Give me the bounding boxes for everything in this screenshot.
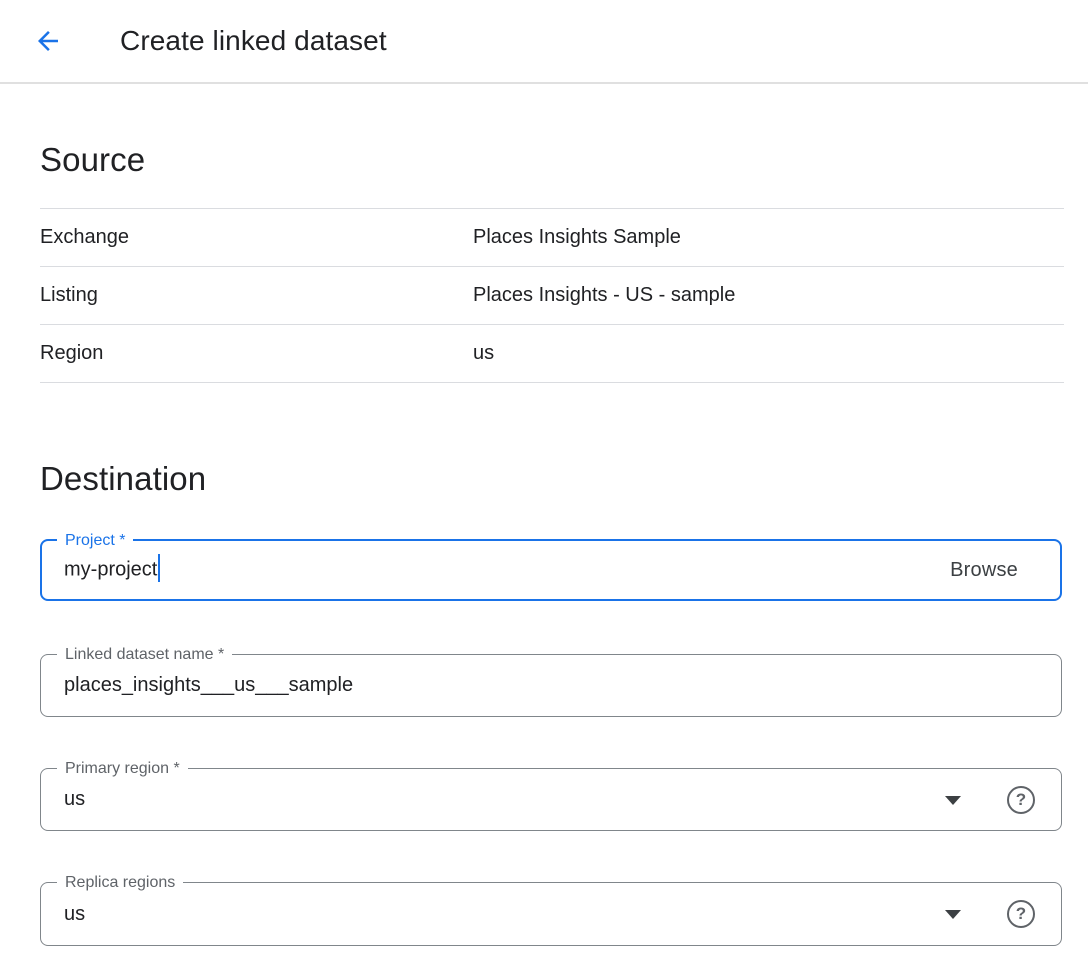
destination-section-heading: Destination [40, 459, 1064, 499]
help-icon[interactable]: ? [1007, 900, 1035, 928]
source-row-exchange: Exchange Places Insights Sample [40, 209, 1064, 267]
source-section-heading: Source [40, 140, 1064, 180]
replica-regions-label: Replica regions [57, 873, 183, 893]
replica-regions-select[interactable]: Replica regions us ? [40, 882, 1062, 946]
listing-value: Places Insights - US - sample [473, 284, 735, 307]
region-label: Region [40, 342, 473, 365]
back-button[interactable] [28, 21, 68, 61]
exchange-value: Places Insights Sample [473, 226, 681, 249]
primary-region-select[interactable]: Primary region * us ? [40, 768, 1062, 831]
chevron-down-icon [945, 910, 961, 919]
region-value: us [473, 342, 494, 365]
header: Create linked dataset [0, 0, 1088, 84]
linked-dataset-name-label: Linked dataset name * [57, 645, 232, 665]
source-info-table: Exchange Places Insights Sample Listing … [40, 208, 1064, 383]
browse-button[interactable]: Browse [950, 559, 1018, 582]
linked-dataset-name-field[interactable]: Linked dataset name * places_insights___… [40, 654, 1062, 717]
destination-fields: Project * my-project Browse Linked datas… [40, 539, 1062, 946]
project-field[interactable]: Project * my-project Browse [40, 539, 1062, 601]
project-field-value: my-project [64, 558, 160, 582]
help-icon[interactable]: ? [1007, 786, 1035, 814]
project-field-label: Project * [57, 531, 133, 551]
text-cursor [158, 554, 160, 582]
primary-region-label: Primary region * [57, 759, 188, 779]
linked-dataset-name-value: places_insights___us___sample [64, 674, 353, 697]
source-row-listing: Listing Places Insights - US - sample [40, 267, 1064, 325]
listing-label: Listing [40, 284, 473, 307]
arrow-back-icon [33, 26, 63, 56]
primary-region-value: us [64, 788, 85, 811]
main-content: Source Exchange Places Insights Sample L… [0, 140, 1088, 946]
exchange-label: Exchange [40, 226, 473, 249]
source-row-region: Region us [40, 325, 1064, 383]
replica-regions-value: us [64, 903, 85, 926]
chevron-down-icon [945, 796, 961, 805]
page-title: Create linked dataset [120, 25, 387, 57]
